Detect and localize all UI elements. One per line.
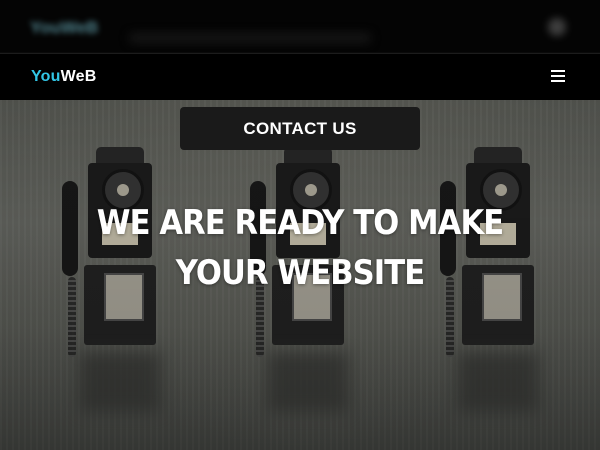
blurred-logo: YouWeB bbox=[30, 18, 99, 37]
brand-logo-part1: You bbox=[31, 68, 61, 85]
brand-logo-part2: WeB bbox=[60, 68, 97, 85]
navbar: YouWeB bbox=[0, 53, 600, 100]
hamburger-menu-icon[interactable] bbox=[551, 70, 565, 83]
blurred-strip bbox=[130, 34, 370, 42]
blurred-top-bar: YouWeB bbox=[0, 0, 600, 52]
hero-headline: WE ARE READY TO MAKE YOUR WEBSITE bbox=[96, 203, 504, 293]
blurred-icon bbox=[548, 18, 566, 36]
brand-logo[interactable]: YouWeB bbox=[31, 68, 97, 86]
contact-us-button[interactable]: CONTACT US bbox=[180, 107, 420, 150]
